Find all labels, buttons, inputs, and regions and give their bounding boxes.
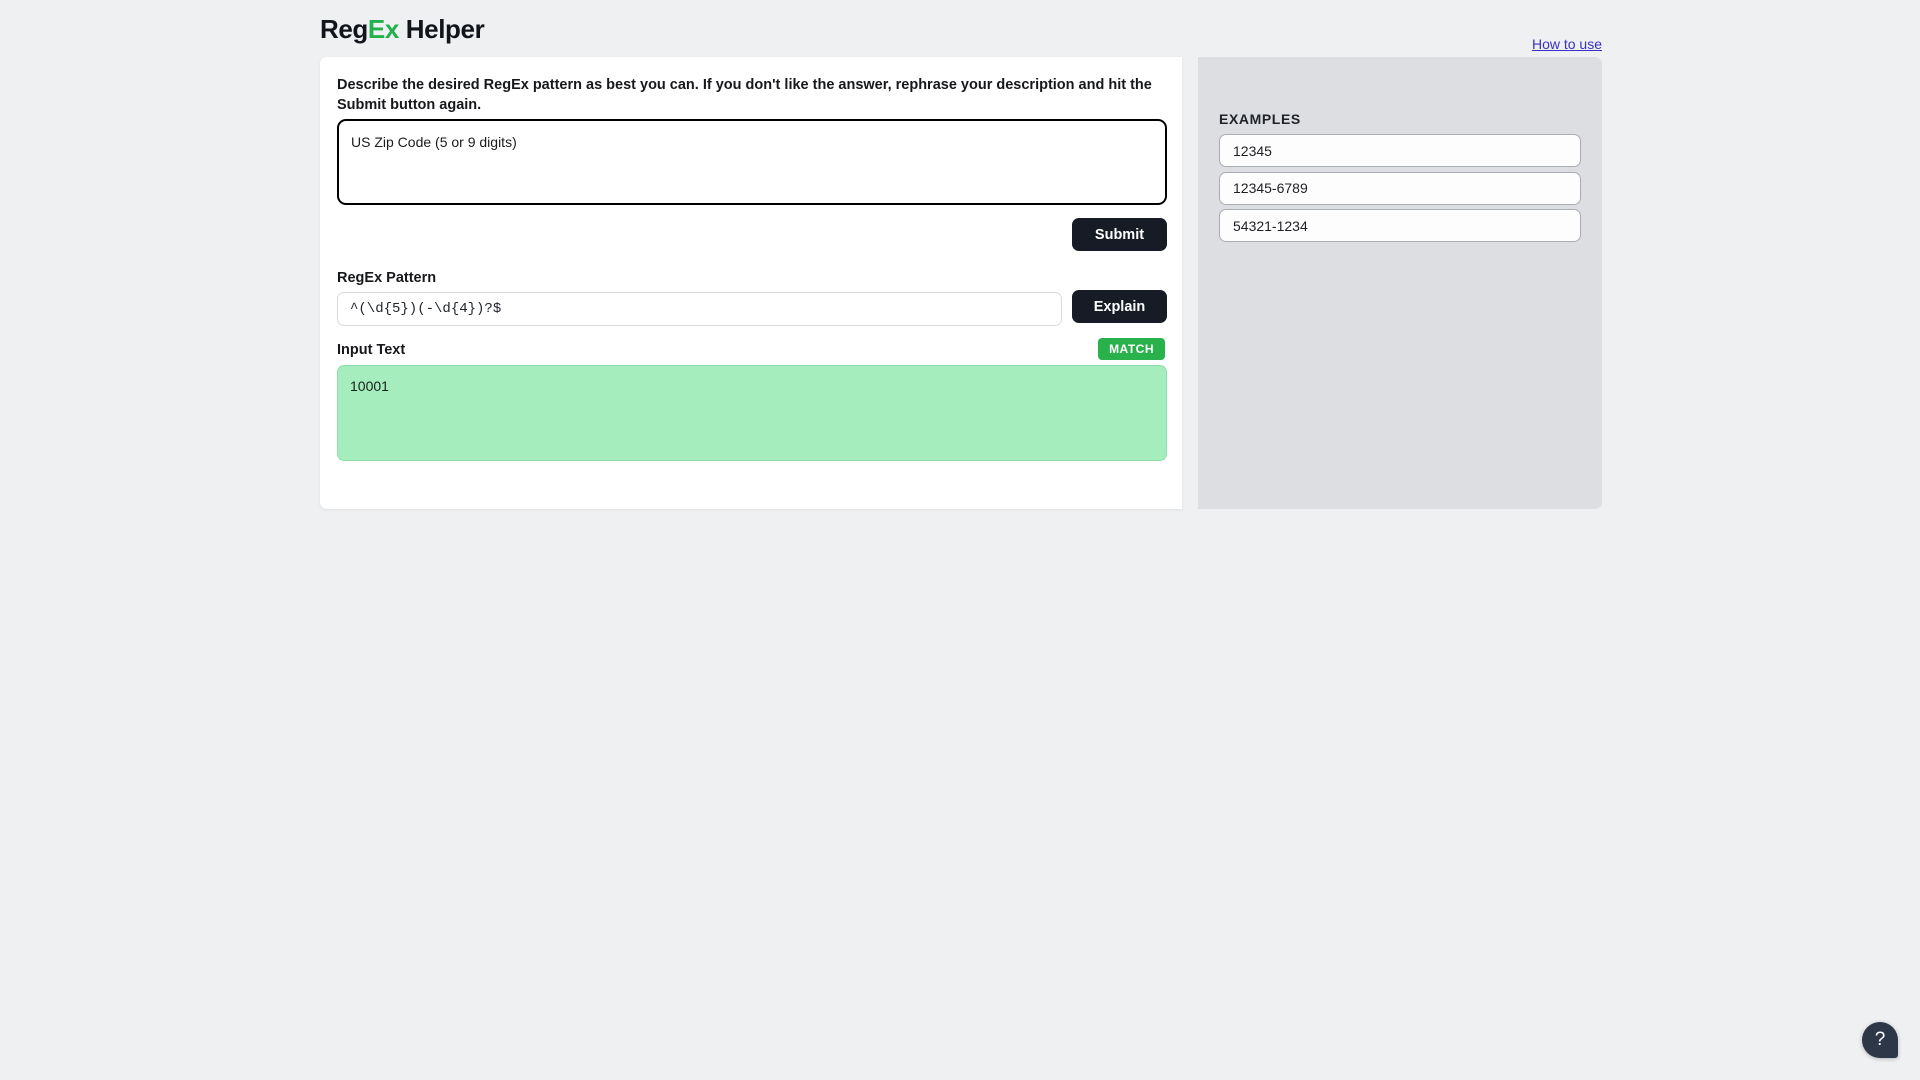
example-item[interactable]: 12345 (1219, 134, 1581, 167)
app-logo: RegEx Helper (320, 14, 485, 45)
how-to-use-link[interactable]: How to use (1532, 36, 1602, 52)
question-mark-icon: ? (1874, 1029, 1886, 1050)
examples-panel: EXAMPLES 12345 12345-6789 54321-1234 (1198, 57, 1602, 509)
examples-title: EXAMPLES (1219, 111, 1301, 127)
main-card: Describe the desired RegEx pattern as be… (320, 57, 1182, 509)
logo-highlight: Ex (367, 14, 399, 44)
panel-gap (1182, 57, 1198, 509)
input-text-label: Input Text (337, 342, 406, 358)
description-textarea[interactable] (337, 119, 1167, 205)
regex-pattern-input[interactable] (337, 292, 1062, 326)
instructions-text: Describe the desired RegEx pattern as be… (337, 77, 1152, 113)
content-shell: Describe the desired RegEx pattern as be… (320, 57, 1602, 509)
match-status-badge: MATCH (1098, 338, 1165, 360)
submit-button[interactable]: Submit (1072, 218, 1167, 251)
help-button[interactable]: ? (1862, 1022, 1898, 1058)
example-item[interactable]: 54321-1234 (1219, 209, 1581, 242)
regex-pattern-label: RegEx Pattern (337, 270, 437, 286)
input-text-textarea[interactable] (337, 365, 1167, 461)
logo-suffix: Helper (398, 14, 485, 44)
logo-prefix: Reg (320, 14, 368, 44)
example-item[interactable]: 12345-6789 (1219, 171, 1581, 205)
explain-button[interactable]: Explain (1072, 290, 1167, 323)
examples-list: 12345 12345-6789 54321-1234 (1219, 134, 1581, 247)
app-root: RegEx Helper How to use Describe the des… (0, 0, 1920, 1080)
page-header: RegEx Helper How to use (320, 14, 1602, 58)
